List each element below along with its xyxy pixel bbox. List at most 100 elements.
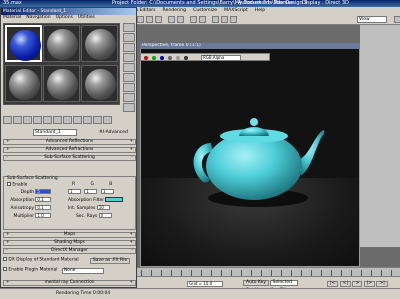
select-by-material-icon[interactable]	[123, 93, 135, 102]
uv-tiling-icon[interactable]	[123, 53, 135, 62]
sample-slot[interactable]	[81, 25, 118, 62]
timeline-tick	[291, 270, 292, 276]
r-field[interactable]: 1	[68, 189, 81, 194]
red-channel-icon[interactable]	[144, 56, 148, 60]
int-samples-field[interactable]: 10	[96, 205, 110, 210]
timeline-tick	[161, 270, 162, 276]
absorption-field[interactable]: 0.1	[35, 197, 52, 202]
sample-slot[interactable]	[5, 25, 42, 62]
options-icon[interactable]	[123, 83, 135, 92]
scale-tool-icon[interactable]	[155, 16, 162, 23]
make-unique-icon[interactable]	[53, 116, 62, 124]
multiplier-label: Multiplier	[13, 214, 34, 219]
unlink-tool-icon[interactable]	[177, 16, 184, 23]
reference-coord-dropdown[interactable]: View	[357, 16, 387, 23]
render-viewport[interactable]	[140, 47, 360, 267]
sample-slot[interactable]	[81, 65, 118, 102]
me-menu-item-utilities[interactable]: Utilities	[78, 15, 95, 20]
anisotropy-field[interactable]: 0.1	[35, 205, 52, 210]
rotate-tool-icon[interactable]	[146, 16, 153, 23]
mirror-icon[interactable]	[221, 16, 228, 23]
menu-item-maxscript[interactable]: MAXScript	[224, 8, 248, 13]
me-menu-item-material[interactable]: Material	[3, 15, 21, 20]
select-region-icon[interactable]	[199, 16, 206, 23]
copy-material-icon[interactable]	[43, 116, 52, 124]
material-id-icon[interactable]	[73, 116, 82, 124]
plugin-dropdown[interactable]: None	[61, 267, 104, 274]
alpha-channel-icon[interactable]	[168, 56, 172, 60]
rollout-directx-manager[interactable]: - DirectX Manager -	[3, 248, 136, 254]
enable-checkbox[interactable]	[7, 182, 11, 186]
material-sphere-icon	[9, 69, 40, 100]
file-name: 35.max	[3, 0, 22, 6]
absorption-color-swatch[interactable]	[105, 197, 124, 202]
move-tool-icon[interactable]	[137, 16, 144, 23]
go-to-end-icon[interactable]: >|	[376, 281, 388, 287]
background-icon[interactable]	[123, 43, 135, 52]
get-material-icon[interactable]	[3, 116, 12, 124]
multiplier-field[interactable]: 1.0	[35, 213, 52, 218]
b-label: B	[109, 182, 113, 187]
sec-rays-label: Sec. Rays	[76, 214, 98, 219]
b-field[interactable]: 1	[100, 189, 114, 194]
rollout-maps[interactable]: + Maps +	[3, 232, 136, 238]
timeline-tick	[251, 270, 252, 276]
selected-dropdown[interactable]: Selected	[270, 280, 299, 286]
go-to-start-icon[interactable]: |<	[327, 281, 339, 287]
timeline-tick	[171, 270, 172, 276]
dx-display-checkbox[interactable]	[3, 257, 7, 261]
clear-icon[interactable]	[184, 56, 188, 60]
window-crossing-icon[interactable]	[212, 16, 219, 23]
select-object-icon[interactable]	[190, 16, 197, 23]
align-icon[interactable]	[230, 16, 237, 23]
go-to-parent-icon[interactable]	[103, 116, 112, 124]
reset-map-icon[interactable]	[33, 116, 42, 124]
green-channel-icon[interactable]	[152, 56, 156, 60]
sample-slot[interactable]	[5, 65, 42, 102]
menu-item-customize[interactable]: Customize	[193, 8, 217, 13]
rollout-mental-ray-connection[interactable]: + mental ray Connection +	[3, 280, 136, 286]
play-icon[interactable]: >	[352, 281, 363, 287]
main-menubar: Graph Editors Rendering Customize MAXScript…	[124, 7, 400, 14]
g-field[interactable]: 1	[84, 189, 98, 194]
prev-frame-icon[interactable]: <|	[339, 281, 352, 287]
sample-slot[interactable]	[43, 65, 80, 102]
rollout-advanced-reflections[interactable]: + Advanced Reflections +	[3, 139, 136, 145]
rollout-advanced-refractions[interactable]: + Advanced Refractions +	[3, 147, 136, 153]
sample-type-icon[interactable]	[123, 23, 135, 32]
link-tool-icon[interactable]	[168, 16, 175, 23]
menu-item-rendering[interactable]: Rendering	[163, 8, 186, 13]
material-name-field[interactable]: Standard_1	[33, 129, 77, 136]
depth-field[interactable]: 5	[35, 189, 52, 194]
blue-channel-icon[interactable]	[160, 56, 164, 60]
auto-key-button[interactable]: Auto Key	[243, 280, 270, 286]
material-type-button[interactable]: #I-Advanced	[99, 130, 128, 135]
show-end-result-icon[interactable]	[93, 116, 102, 124]
menu-item-help[interactable]: Help	[255, 8, 265, 13]
next-frame-icon[interactable]: |>	[363, 281, 375, 287]
backlight-icon[interactable]	[123, 33, 135, 42]
rollout-shading-maps[interactable]: + Shading Maps +	[3, 240, 136, 246]
playback-controls: |< <| > |> >|	[327, 281, 388, 287]
me-menu-item-options[interactable]: Options	[56, 15, 73, 20]
me-menu-item-navigation[interactable]: Navigation	[26, 15, 50, 20]
show-map-icon[interactable]	[83, 116, 92, 124]
save-fx-button[interactable]: Save as .FX File	[90, 257, 131, 264]
make-preview-icon[interactable]	[123, 73, 135, 82]
timeline-tick	[151, 270, 152, 276]
sec-rays-field[interactable]: 0	[98, 213, 112, 218]
put-to-library-icon[interactable]	[63, 116, 72, 124]
put-to-scene-icon[interactable]	[13, 116, 22, 124]
channel-dropdown[interactable]: RGB Alpha	[201, 55, 241, 61]
material-navigator-icon[interactable]	[123, 103, 135, 112]
render-icon[interactable]	[394, 16, 400, 23]
mono-channel-icon[interactable]	[176, 56, 180, 60]
r-label: R	[72, 182, 76, 187]
sample-slot[interactable]	[43, 25, 80, 62]
enable-plugin-checkbox[interactable]	[3, 267, 7, 271]
rollout-sub-surface-scattering[interactable]: - Sub-Surface Scattering -	[3, 155, 136, 161]
assign-to-selection-icon[interactable]	[23, 116, 32, 124]
video-color-check-icon[interactable]	[123, 63, 135, 72]
rendering-time: Rendering Time 0:00:04	[56, 291, 111, 296]
time-slider[interactable]	[137, 268, 400, 277]
